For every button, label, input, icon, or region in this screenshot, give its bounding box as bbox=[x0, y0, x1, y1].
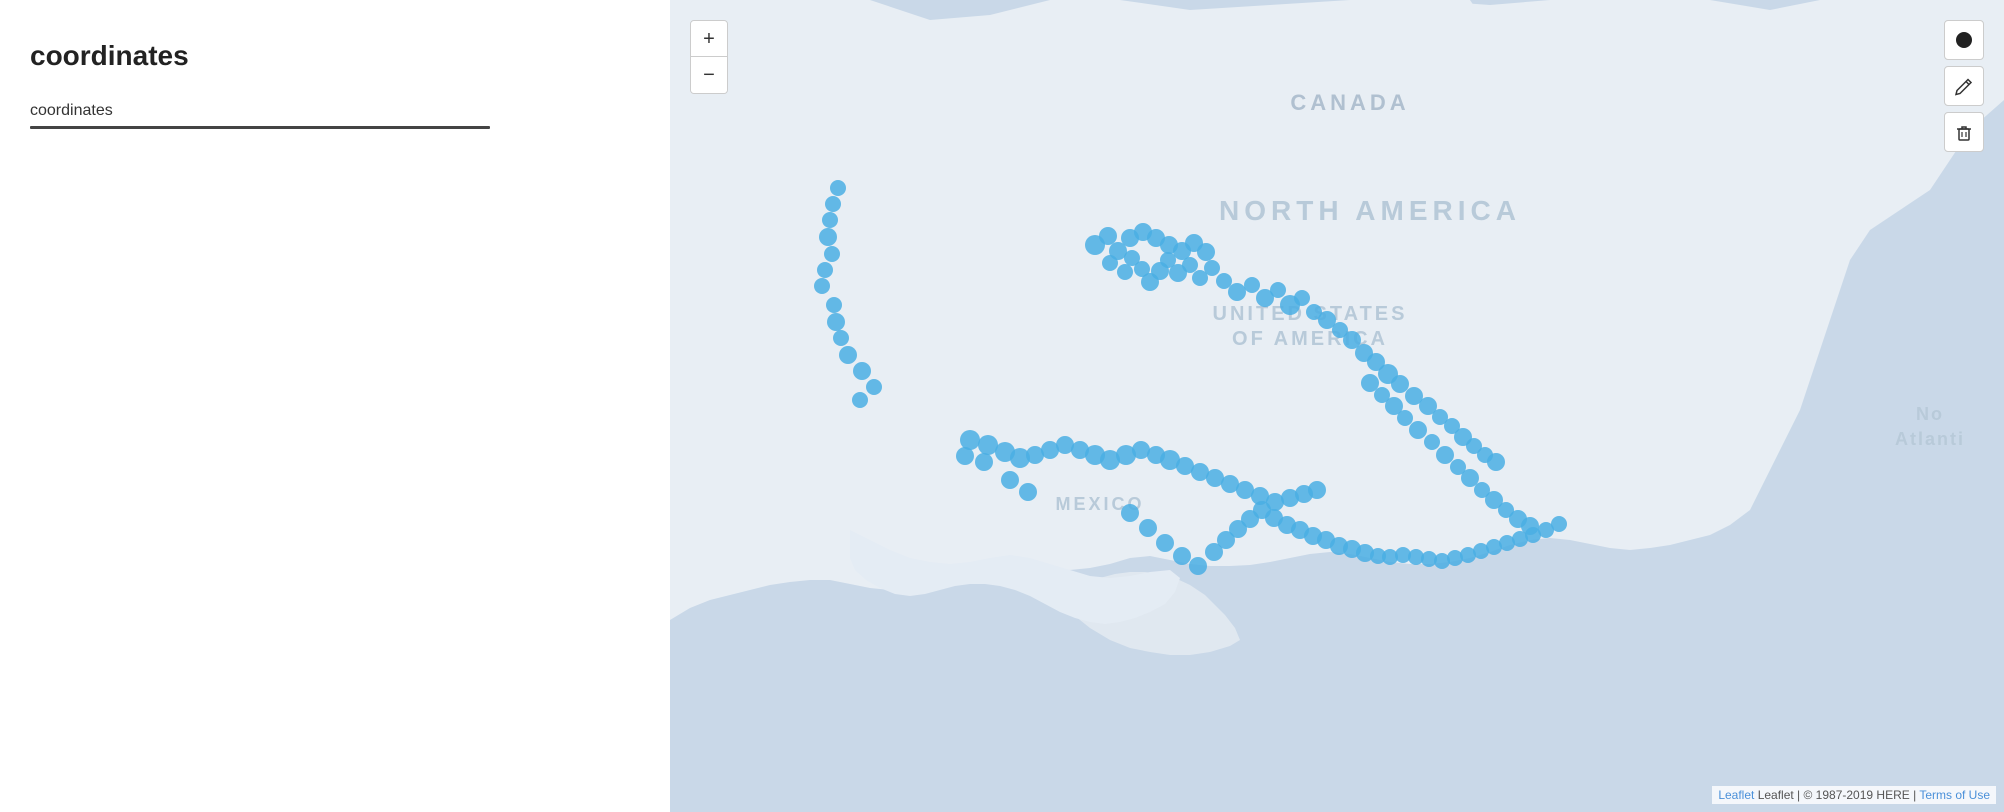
leaflet-link[interactable]: Leaflet bbox=[1718, 788, 1754, 802]
left-panel: coordinates coordinates bbox=[0, 0, 670, 812]
zoom-in-button[interactable]: + bbox=[691, 21, 727, 57]
trash-icon bbox=[1954, 122, 1974, 142]
map-container: CANADA NORTH AMERICA UNITED STATES OF AM… bbox=[670, 0, 2004, 812]
map-background: CANADA NORTH AMERICA UNITED STATES OF AM… bbox=[670, 0, 2004, 812]
svg-text:OF AMERICA: OF AMERICA bbox=[1232, 328, 1388, 350]
panel-title: coordinates bbox=[30, 40, 640, 72]
svg-text:CANADA: CANADA bbox=[1290, 90, 1409, 115]
svg-text:No: No bbox=[1916, 404, 1944, 424]
right-toolbar bbox=[1944, 20, 1984, 152]
field-label: coordinates bbox=[30, 102, 640, 120]
edit-button[interactable] bbox=[1944, 66, 1984, 106]
zoom-controls: + − bbox=[690, 20, 728, 94]
svg-text:Atlanti: Atlanti bbox=[1895, 429, 1965, 449]
draw-circle-button[interactable] bbox=[1944, 20, 1984, 60]
terms-of-use-link[interactable]: Terms of Use bbox=[1919, 788, 1990, 802]
zoom-out-button[interactable]: − bbox=[691, 57, 727, 93]
field-underline bbox=[30, 126, 490, 129]
map-attribution: Leaflet Leaflet | © 1987-2019 HERE | Ter… bbox=[1712, 786, 1996, 804]
svg-text:NORTH AMERICA: NORTH AMERICA bbox=[1219, 195, 1521, 226]
svg-text:UNITED STATES: UNITED STATES bbox=[1213, 303, 1408, 325]
delete-button[interactable] bbox=[1944, 112, 1984, 152]
svg-text:MEXICO: MEXICO bbox=[1055, 494, 1144, 514]
circle-icon bbox=[1954, 30, 1974, 50]
edit-icon bbox=[1954, 76, 1974, 96]
attribution-text: Leaflet | © 1987-2019 HERE | bbox=[1758, 788, 1920, 802]
